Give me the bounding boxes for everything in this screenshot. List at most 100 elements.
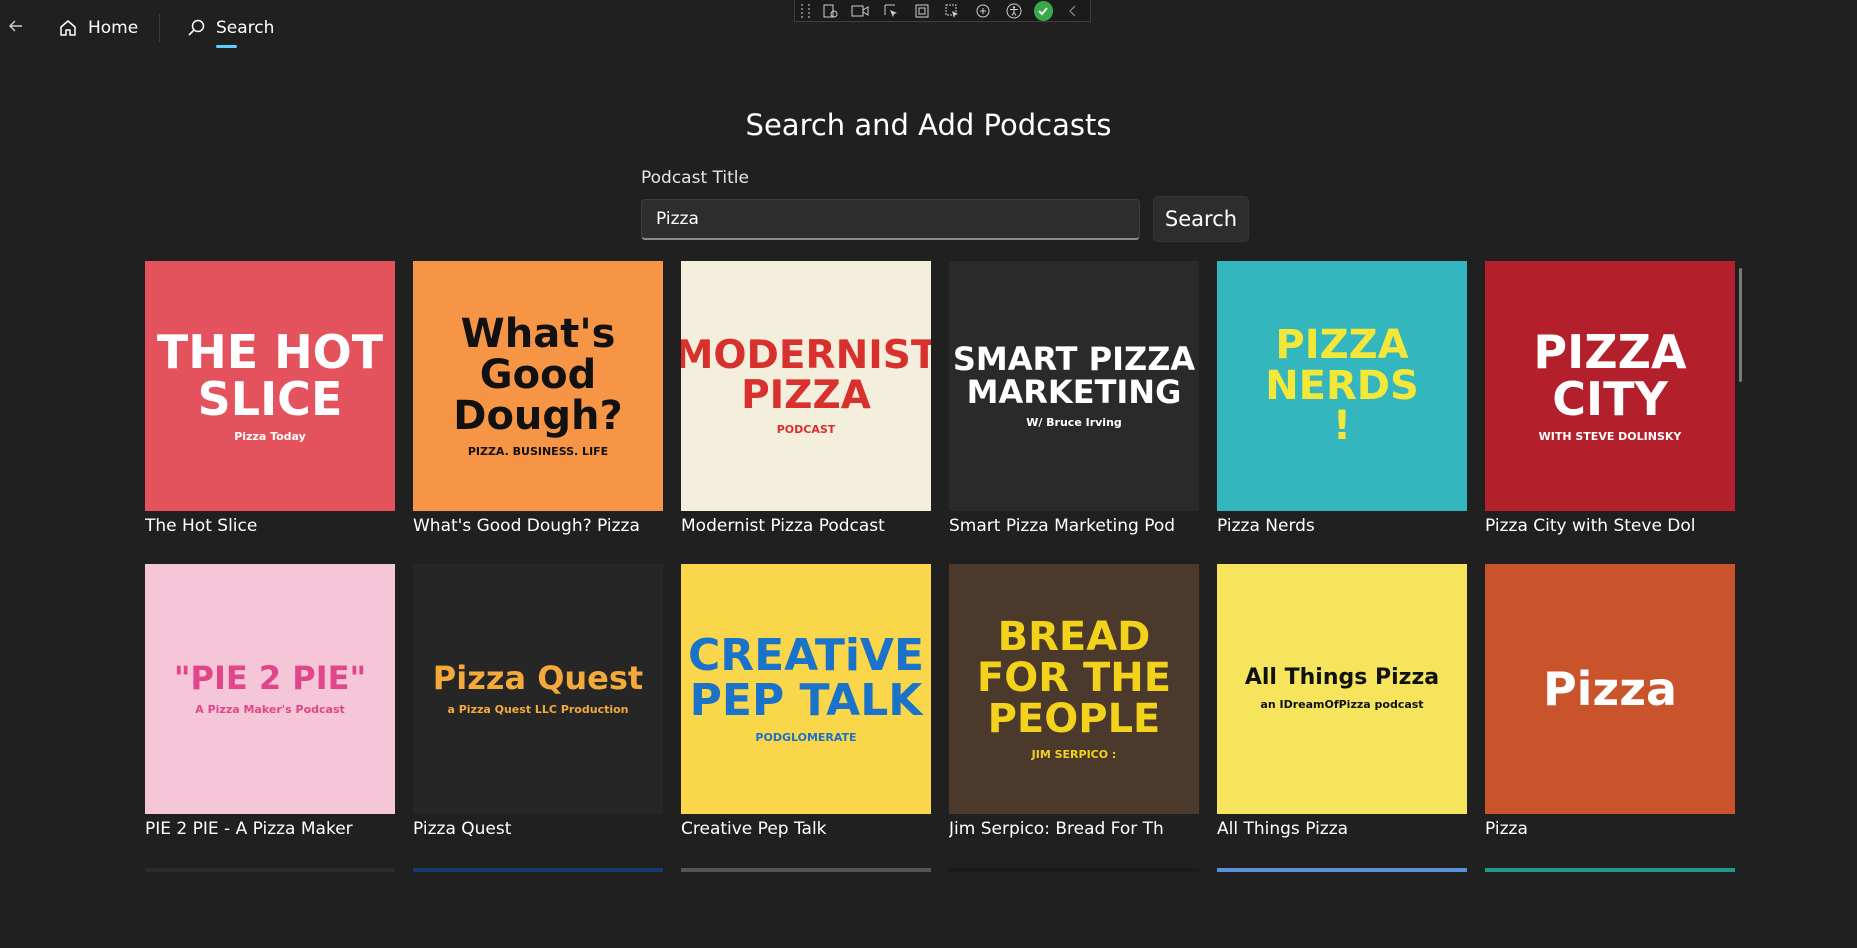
search-button[interactable]: Search	[1153, 196, 1249, 242]
page-title: Search and Add Podcasts	[745, 108, 1112, 142]
artwork-subtitle-text: a Pizza Quest LLC Production	[447, 702, 629, 716]
home-icon	[58, 18, 78, 38]
podcast-card[interactable]: PIZZA NERDS! Pizza Nerds	[1217, 261, 1467, 536]
podcast-card[interactable]: PIZZA CITY WITH STEVE DOLINSKY Pizza City w…	[1485, 261, 1735, 536]
back-arrow-icon	[9, 20, 22, 32]
accessibility-icon	[1006, 3, 1022, 18]
record-button[interactable]	[850, 2, 872, 20]
artwork-title-text: PIZZA	[1275, 321, 1409, 368]
artwork-title-text: SLICE	[197, 371, 343, 426]
podcast-title: All Things Pizza	[1217, 819, 1349, 839]
podcast-title: Pizza City with Steve Dol	[1485, 516, 1696, 536]
artwork-title-text: THE HOT	[156, 324, 384, 379]
artwork-title-text: PIZZA	[741, 372, 871, 418]
podcast-title: What's Good Dough? Pizza	[413, 516, 640, 536]
podcast-card[interactable]: Pizza Quest a Pizza Quest LLC Production P…	[413, 564, 663, 839]
artwork-subtitle-text: PODCAST	[776, 423, 836, 437]
artwork-title-text: PEOPLE	[987, 695, 1161, 742]
podcast-artwork: SMART PIZZA MARKETING W/ Bruce Irving	[949, 261, 1199, 511]
back-button[interactable]	[4, 14, 28, 38]
podcast-title: Smart Pizza Marketing Pod	[949, 516, 1176, 536]
podcast-card[interactable]: SMART PIZZA MARKETING W/ Bruce Irving Smart…	[949, 261, 1199, 536]
podcast-artwork: BREAD FOR THE PEOPLE JIM SERPICO :	[949, 564, 1199, 814]
podcast-card[interactable]: CREATiVE PEP TALK PODGLOMERATE Creative Pep…	[681, 564, 931, 839]
podcast-artwork: PIZZA NERDS!	[1217, 261, 1467, 511]
artwork-title-text: Dough?	[453, 392, 623, 439]
artwork-title-text: All Things Pizza	[1244, 665, 1440, 691]
artwork-subtitle-text: an IDreamOfPizza podcast	[1260, 697, 1424, 711]
live-visual-tree-button[interactable]	[819, 2, 841, 20]
podcast-card[interactable]: Pizza Pizza	[1485, 564, 1735, 839]
scrollbar[interactable]	[1739, 268, 1742, 382]
podcast-card[interactable]: All Things Pizza an IDreamOfPizza podcast…	[1217, 564, 1467, 839]
podcast-card-partial[interactable]	[949, 868, 1199, 872]
podcast-title: Modernist Pizza Podcast	[681, 516, 885, 536]
podcast-card[interactable]: What's Good Dough? PIZZA. BUSINESS. LIFE Wha…	[413, 261, 663, 536]
podcast-title: PIE 2 PIE - A Pizza Maker	[145, 819, 353, 839]
artwork-title-text: Pizza Quest	[432, 659, 644, 698]
podcast-title: Creative Pep Talk	[681, 819, 827, 839]
podcast-card[interactable]: MODERNIST PIZZA PODCAST Modernist Pizza Pod…	[681, 261, 931, 536]
drag-handle[interactable]	[801, 3, 810, 18]
artwork-title-text: FOR THE	[976, 655, 1172, 702]
podcast-card-partial[interactable]	[1485, 868, 1735, 872]
podcast-artwork: "PIE 2 PIE" A Pizza Maker's Podcast	[145, 564, 395, 814]
podcast-card[interactable]: BREAD FOR THE PEOPLE JIM SERPICO : Jim Serpi…	[949, 564, 1199, 839]
artwork-subtitle-text: A Pizza Maker's Podcast	[195, 702, 345, 716]
podcast-title: The Hot Slice	[145, 516, 258, 536]
nav-home-label: Home	[88, 18, 139, 38]
nav-search[interactable]: Search	[186, 14, 274, 42]
collapse-toolbar-button[interactable]	[1062, 2, 1084, 20]
podcast-title-label: Podcast Title	[641, 168, 749, 188]
cursor-select-icon	[884, 4, 898, 17]
artwork-title-text: PIZZA	[1533, 324, 1687, 379]
nav-search-label: Search	[216, 18, 275, 38]
track-focus-button[interactable]	[942, 2, 964, 20]
artwork-subtitle-text: PODGLOMERATE	[755, 731, 857, 745]
podcast-artwork: CREATiVE PEP TALK PODGLOMERATE	[681, 564, 931, 814]
select-element-button[interactable]	[880, 2, 902, 20]
square-adorner-icon	[915, 4, 929, 17]
nav-divider	[159, 14, 160, 42]
podcast-artwork: Pizza Quest a Pizza Quest LLC Production	[413, 564, 663, 814]
podcast-artwork: Pizza	[1485, 564, 1735, 814]
accessibility-button[interactable]	[1003, 2, 1025, 20]
artwork-subtitle-text: PIZZA. BUSINESS. LIFE	[467, 444, 609, 458]
no-issues-check-icon[interactable]	[1033, 0, 1054, 21]
podcast-artwork: PIZZA CITY WITH STEVE DOLINSKY	[1485, 261, 1735, 511]
podcast-card[interactable]: "PIE 2 PIE" A Pizza Maker's Podcast PIE 2 …	[145, 564, 395, 839]
search-icon	[186, 18, 206, 38]
debug-toolbar	[794, 0, 1091, 22]
artwork-title-text: !	[1332, 403, 1352, 450]
hot-reload-button[interactable]	[972, 2, 994, 20]
hot-reload-icon	[976, 4, 990, 17]
podcast-results-grid: THE HOT SLICE Pizza Today The Hot Slice What…	[145, 261, 1745, 873]
podcast-title-input[interactable]	[641, 199, 1140, 240]
podcast-card-partial[interactable]	[1217, 868, 1467, 872]
nav-home[interactable]: Home	[58, 14, 138, 42]
podcast-title: Pizza Nerds	[1217, 516, 1315, 536]
layout-adorners-button[interactable]	[911, 2, 933, 20]
artwork-title-text: "PIE 2 PIE"	[173, 659, 367, 698]
artwork-title-text: NERDS	[1265, 362, 1419, 409]
podcast-card-partial[interactable]	[681, 868, 931, 872]
artwork-title-text: CREATiVE	[687, 629, 925, 681]
podcast-artwork: THE HOT SLICE Pizza Today	[145, 261, 395, 511]
podcast-title: Pizza Quest	[413, 819, 512, 839]
chevron-left-icon	[1069, 5, 1076, 16]
video-icon	[851, 5, 869, 16]
artwork-title-text: SMART PIZZA	[952, 339, 1196, 378]
artwork-title-text: What's	[460, 311, 616, 358]
artwork-title-text: PEP TALK	[689, 674, 923, 726]
artwork-title-text: Pizza	[1542, 661, 1678, 716]
podcast-card-partial[interactable]	[413, 868, 663, 872]
artwork-title-text: MARKETING	[966, 372, 1182, 411]
tree-icon	[823, 4, 838, 17]
nav-selection-indicator	[216, 45, 237, 48]
artwork-title-text: BREAD	[997, 614, 1151, 661]
podcast-card[interactable]: THE HOT SLICE Pizza Today The Hot Slice	[145, 261, 395, 536]
artwork-title-text: CITY	[1552, 371, 1668, 426]
artwork-title-text: Good	[479, 352, 597, 399]
podcast-title: Jim Serpico: Bread For Th	[949, 819, 1164, 839]
podcast-card-partial[interactable]	[145, 868, 395, 872]
